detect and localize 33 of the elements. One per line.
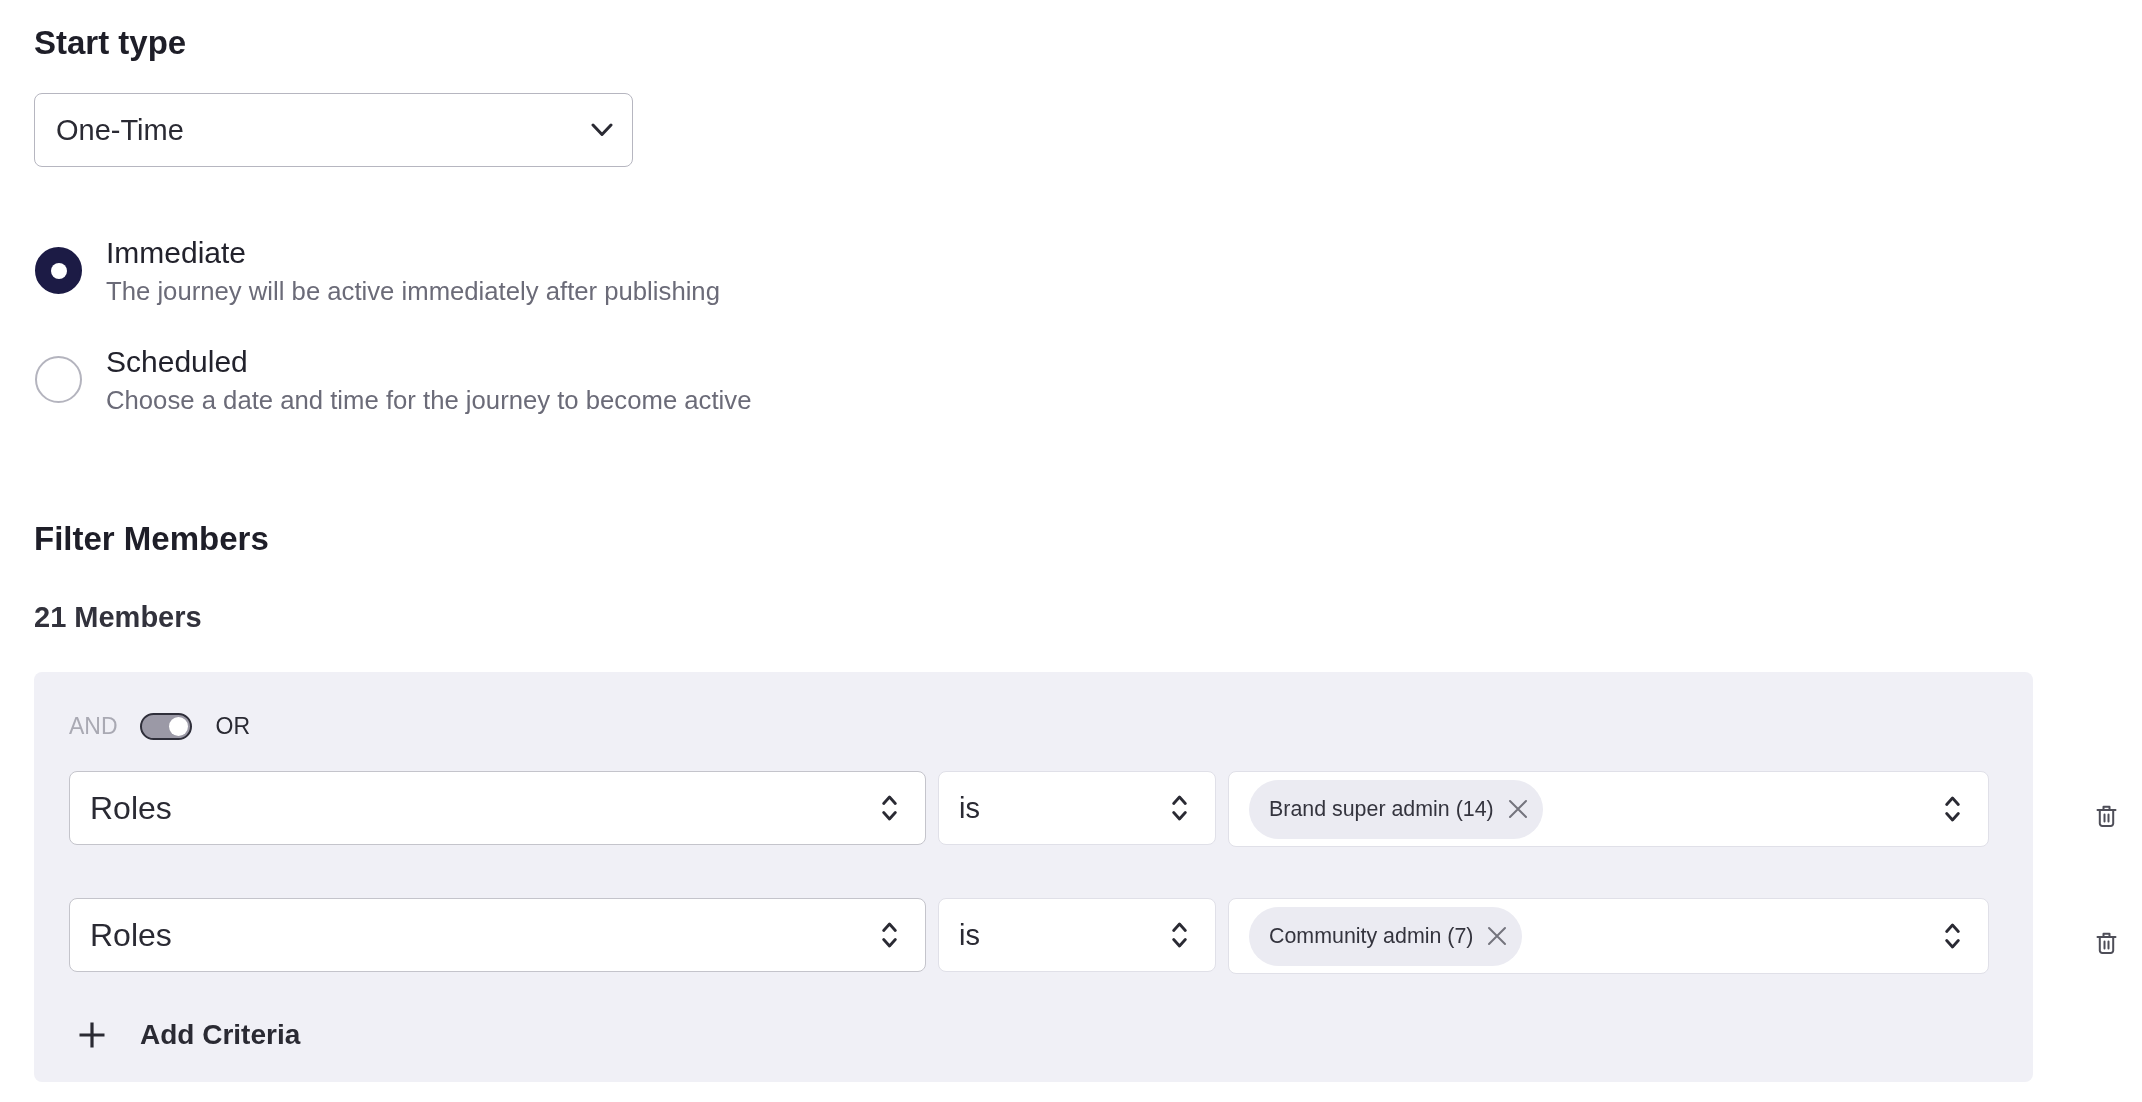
and-label: AND: [69, 713, 118, 740]
section-heading: Filter Members: [34, 519, 269, 559]
tag-label: Community admin (7): [1269, 923, 1474, 949]
values-select[interactable]: Community admin (7): [1228, 898, 1989, 974]
up-down-chevron-icon: [1172, 794, 1187, 822]
field-select[interactable]: Roles: [69, 898, 926, 972]
option-description: The journey will be active immediately after publishing: [106, 276, 720, 307]
up-down-chevron-icon: [882, 921, 897, 949]
field-select[interactable]: Roles: [69, 771, 926, 845]
or-label: OR: [215, 713, 251, 740]
operator-select[interactable]: is: [938, 898, 1216, 972]
tag-label: Brand super admin (14): [1269, 796, 1494, 822]
up-down-chevron-icon: [1945, 922, 1960, 950]
up-down-chevron-icon: [1172, 921, 1187, 949]
close-icon[interactable]: [1507, 799, 1528, 819]
add-criteria-button[interactable]: Add Criteria: [78, 1021, 301, 1049]
option-label: Immediate: [106, 235, 247, 271]
start-type-dropdown[interactable]: One-Time: [34, 93, 633, 167]
option-description: Choose a date and time for the journey to become active: [106, 385, 752, 416]
close-icon[interactable]: [1487, 926, 1508, 946]
trash-icon[interactable]: [2096, 932, 2117, 954]
section-heading: Start type: [34, 23, 187, 63]
plus-icon: [78, 1021, 106, 1049]
up-down-chevron-icon: [1945, 795, 1960, 823]
radio-button[interactable]: [35, 247, 82, 294]
option-label: Scheduled: [106, 344, 248, 380]
radio-button[interactable]: [35, 356, 82, 403]
operator-select[interactable]: is: [938, 771, 1216, 845]
member-count: 21 Members: [34, 600, 202, 635]
trash-icon[interactable]: [2096, 805, 2117, 827]
chevron-down-icon: [591, 123, 613, 137]
up-down-chevron-icon: [882, 794, 897, 822]
values-select[interactable]: Brand super admin (14): [1228, 771, 1989, 847]
